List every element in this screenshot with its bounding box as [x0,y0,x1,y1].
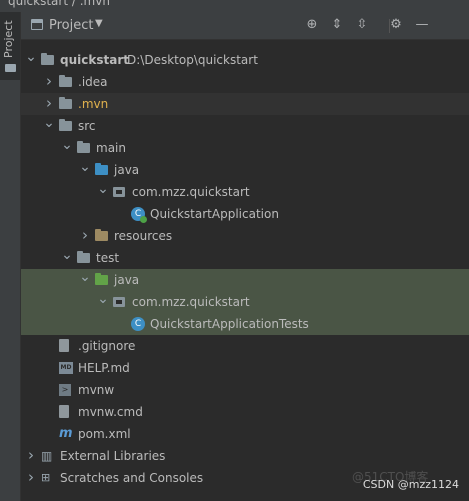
tree-node-label: HELP.md [78,361,130,375]
tree-node[interactable]: MD HELP.md [21,357,469,379]
tool-window-stripe [0,12,21,501]
maven-icon: m [59,426,73,441]
tree-node-label: QuickstartApplicationTests [150,317,309,331]
tree-node-label: src [78,119,96,133]
chevron-right-icon[interactable]: › [25,445,37,467]
text-file-icon [59,405,69,418]
tree-node-label: External Libraries [60,449,166,463]
tree-node[interactable]: ⌄ java [21,269,469,291]
tree-node-label: pom.xml [78,427,131,441]
class-icon: C [131,317,145,331]
tree-node[interactable]: m pom.xml [21,423,469,445]
chevron-down-icon[interactable]: ⌄ [79,269,91,291]
tree-node[interactable]: C QuickstartApplication [21,203,469,225]
chevron-down-icon[interactable]: ⌄ [25,49,37,71]
package-icon [113,297,125,307]
tree-node-label: com.mzz.quickstart [132,295,250,309]
collapse-all-icon[interactable]: ⇳ [353,16,371,34]
tree-node-label: resources [114,229,173,243]
scratches-icon: ⊞ [41,471,51,484]
chevron-down-icon[interactable]: ⌄ [43,115,55,137]
test-source-folder-icon [95,273,108,285]
tree-node[interactable]: ⌄ main [21,137,469,159]
resources-folder-icon [95,229,108,241]
hide-panel-icon[interactable]: — [413,16,431,34]
tree-node[interactable]: ⌄ com.mzz.quickstart [21,181,469,203]
tree-node-label: test [96,251,120,265]
chevron-down-icon[interactable]: ⌄ [97,291,109,313]
project-view-selector[interactable]: Project [49,18,93,33]
chevron-down-icon[interactable]: ⌄ [61,247,73,269]
folder-icon [77,141,90,153]
tree-node-label: quickstart [60,53,129,67]
expand-all-icon[interactable]: ⇕ [328,16,346,34]
chevron-right-icon[interactable]: › [79,225,91,247]
tree-node-label: .idea [78,75,108,89]
chevron-down-icon[interactable]: ⌄ [79,159,91,181]
folder-icon [59,119,72,131]
tree-node[interactable]: ⌄ java [21,159,469,181]
project-view-icon [31,19,43,30]
chevron-down-icon[interactable]: ⌄ [97,181,109,203]
chevron-right-icon[interactable]: › [43,71,55,93]
tree-node-label: QuickstartApplication [150,207,279,221]
tree-node[interactable]: ⌄ test [21,247,469,269]
tree-node[interactable]: ⌄ src [21,115,469,137]
chevron-right-icon[interactable]: › [25,467,37,489]
folder-icon [77,251,90,263]
tree-node[interactable]: › resources [21,225,469,247]
project-tool-tab-label[interactable]: Project [2,20,15,58]
window-breadcrumb-strip: quickstart / .mvn [0,0,469,12]
tree-node[interactable]: › .mvn [21,93,469,115]
libraries-icon: ▥ [41,449,53,463]
chevron-down-icon[interactable]: ▼ [95,18,103,29]
chevron-right-icon[interactable]: › [43,93,55,115]
tree-node[interactable]: > mvnw [21,379,469,401]
project-path: D:\Desktop\quickstart [127,53,258,67]
gitignore-file-icon [59,339,69,352]
tree-node-label: com.mzz.quickstart [132,185,250,199]
breadcrumb: quickstart / .mvn [8,0,110,8]
tree-node[interactable]: › .idea [21,71,469,93]
watermark: CSDN @mzz1124 [362,478,459,491]
project-folder-icon [41,53,54,65]
tree-node-label: main [96,141,126,155]
script-file-icon: > [59,384,71,396]
tree-node-label: mvnw [78,383,115,397]
locate-file-icon[interactable]: ⊕ [303,16,321,34]
chevron-down-icon[interactable]: ⌄ [61,137,73,159]
tree-node[interactable]: .gitignore [21,335,469,357]
project-folder-icon [5,64,16,72]
markdown-file-icon: MD [59,362,73,374]
tree-node-label: .gitignore [78,339,136,353]
tree-node-label: mvnw.cmd [78,405,143,419]
tree-node-label: Scratches and Consoles [60,471,204,485]
folder-icon [59,75,72,87]
tree-node[interactable]: C QuickstartApplicationTests [21,313,469,335]
tree-node[interactable]: ⌄ quickstart D:\Desktop\quickstart [21,49,469,71]
package-icon [113,187,125,197]
tree-node[interactable]: mvnw.cmd [21,401,469,423]
folder-icon [59,97,72,109]
tree-node[interactable]: ⌄ com.mzz.quickstart [21,291,469,313]
source-folder-icon [95,163,108,175]
tree-node-label: java [114,163,140,177]
gear-icon[interactable]: ⚙ [387,16,405,34]
project-panel-header: Project ▼ ⊕ ⇕ ⇳ ⚙ — [21,12,469,40]
spring-class-icon: C [131,207,147,223]
tree-node[interactable]: › ▥ External Libraries [21,445,469,467]
project-panel: Project ▼ ⊕ ⇕ ⇳ ⚙ — ⌄ quickstart D:\Deskto… [21,12,469,501]
tree-node-label: .mvn [78,97,109,111]
tree-node-label: java [114,273,140,287]
